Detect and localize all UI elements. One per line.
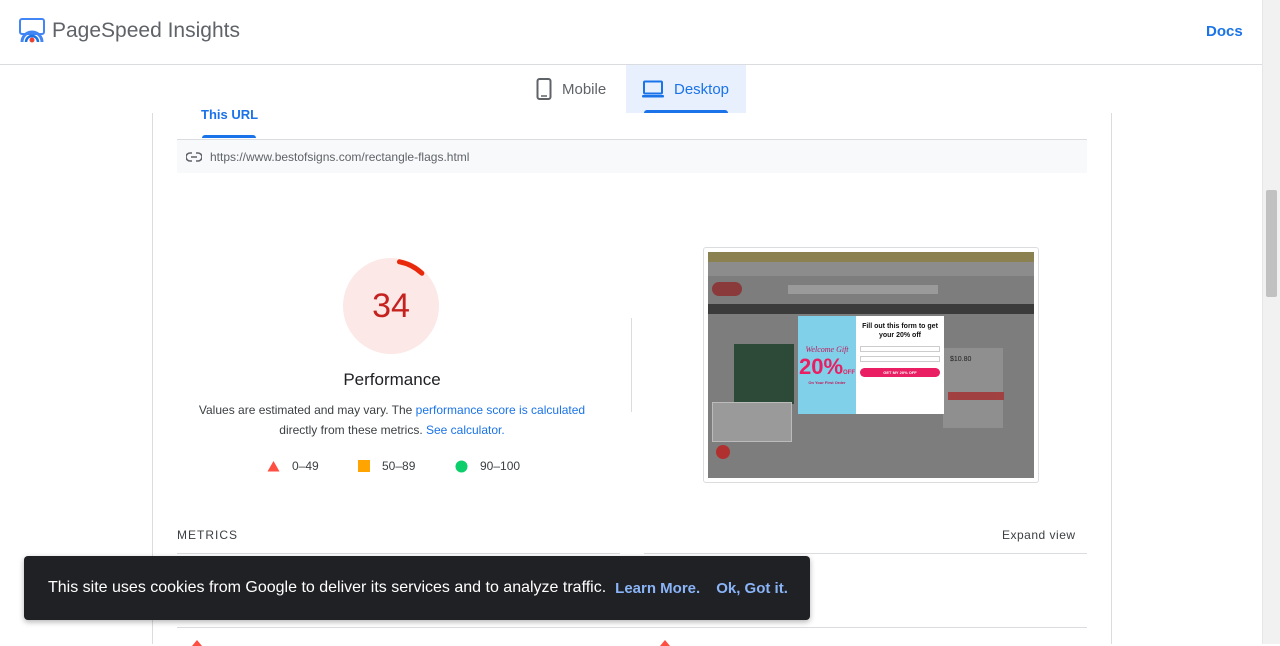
divider — [631, 318, 632, 412]
tab-mobile-label: Mobile — [562, 80, 607, 98]
metric-fail-icon — [192, 640, 202, 646]
cookie-banner: This site uses cookies from Google to de… — [24, 556, 810, 620]
green-circle-icon — [455, 460, 468, 472]
performance-title: Performance — [343, 370, 441, 389]
page-screenshot[interactable]: $10.80 Welcome Gift 20% OFF On Your Firs… — [703, 247, 1039, 483]
tab-desktop[interactable]: Desktop — [626, 65, 746, 113]
legend-fail: 0–49 — [267, 459, 319, 473]
expand-view-button[interactable]: Expand view — [1002, 528, 1076, 542]
analyzed-url: https://www.bestofsigns.com/rectangle-fl… — [210, 149, 470, 164]
popup-heading: Fill out this form to get your 20% off — [862, 323, 938, 339]
performance-score: 34 — [372, 287, 410, 325]
legend-average-range: 50–89 — [382, 459, 416, 473]
app-title: PageSpeed Insights — [52, 19, 240, 42]
tab-mobile[interactable]: Mobile — [520, 65, 626, 113]
metrics-heading: METRICS — [177, 528, 238, 542]
legend-pass-range: 90–100 — [480, 459, 521, 473]
metric-divider — [177, 553, 620, 554]
learn-more-button[interactable]: Learn More. — [615, 580, 700, 597]
see-calculator-link[interactable]: See calculator. — [426, 423, 505, 437]
legend-average: 50–89 — [358, 459, 415, 473]
ok-got-it-button[interactable]: Ok, Got it. — [716, 580, 788, 597]
phone-icon — [536, 78, 552, 100]
tab-this-url[interactable]: This URL — [201, 106, 258, 138]
url-bar: https://www.bestofsigns.com/rectangle-fl… — [177, 139, 1087, 173]
tab-this-url-indicator — [202, 135, 256, 138]
docs-link[interactable]: Docs — [1206, 23, 1243, 40]
scrollbar-track[interactable] — [1262, 0, 1280, 644]
screenshot-price: $10.80 — [950, 356, 972, 363]
performance-score-link[interactable]: performance score is calculated — [416, 403, 585, 417]
popup-off: OFF — [843, 370, 856, 376]
desc-prefix: Values are estimated and may vary. The — [198, 403, 416, 417]
metric-divider — [177, 627, 1087, 628]
metric-fail-icon — [660, 640, 670, 646]
laptop-icon — [642, 80, 664, 98]
metric-divider — [644, 553, 1087, 554]
desc-middle: directly from these metrics. — [279, 423, 426, 437]
performance-description: Values are estimated and may vary. The p… — [177, 400, 607, 440]
tab-desktop-label: Desktop — [674, 80, 730, 98]
pagespeed-logo-icon[interactable] — [19, 18, 45, 44]
cookie-text: This site uses cookies from Google to de… — [48, 579, 607, 596]
legend-fail-range: 0–49 — [292, 459, 319, 473]
scrollbar-thumb[interactable] — [1266, 190, 1277, 297]
popup-welcome: Welcome Gift — [805, 345, 849, 354]
link-icon — [186, 151, 202, 162]
popup-sub: On Your First Order — [808, 380, 846, 385]
red-triangle-icon — [267, 461, 280, 472]
orange-square-icon — [358, 460, 370, 472]
popup-button: GET MY 20% OFF — [860, 368, 940, 377]
legend-pass: 90–100 — [455, 459, 520, 473]
screenshot-image: $10.80 Welcome Gift 20% OFF On Your Firs… — [708, 252, 1034, 478]
app-header: PageSpeed Insights Docs — [0, 0, 1262, 65]
popup-percent: 20% — [798, 354, 844, 379]
